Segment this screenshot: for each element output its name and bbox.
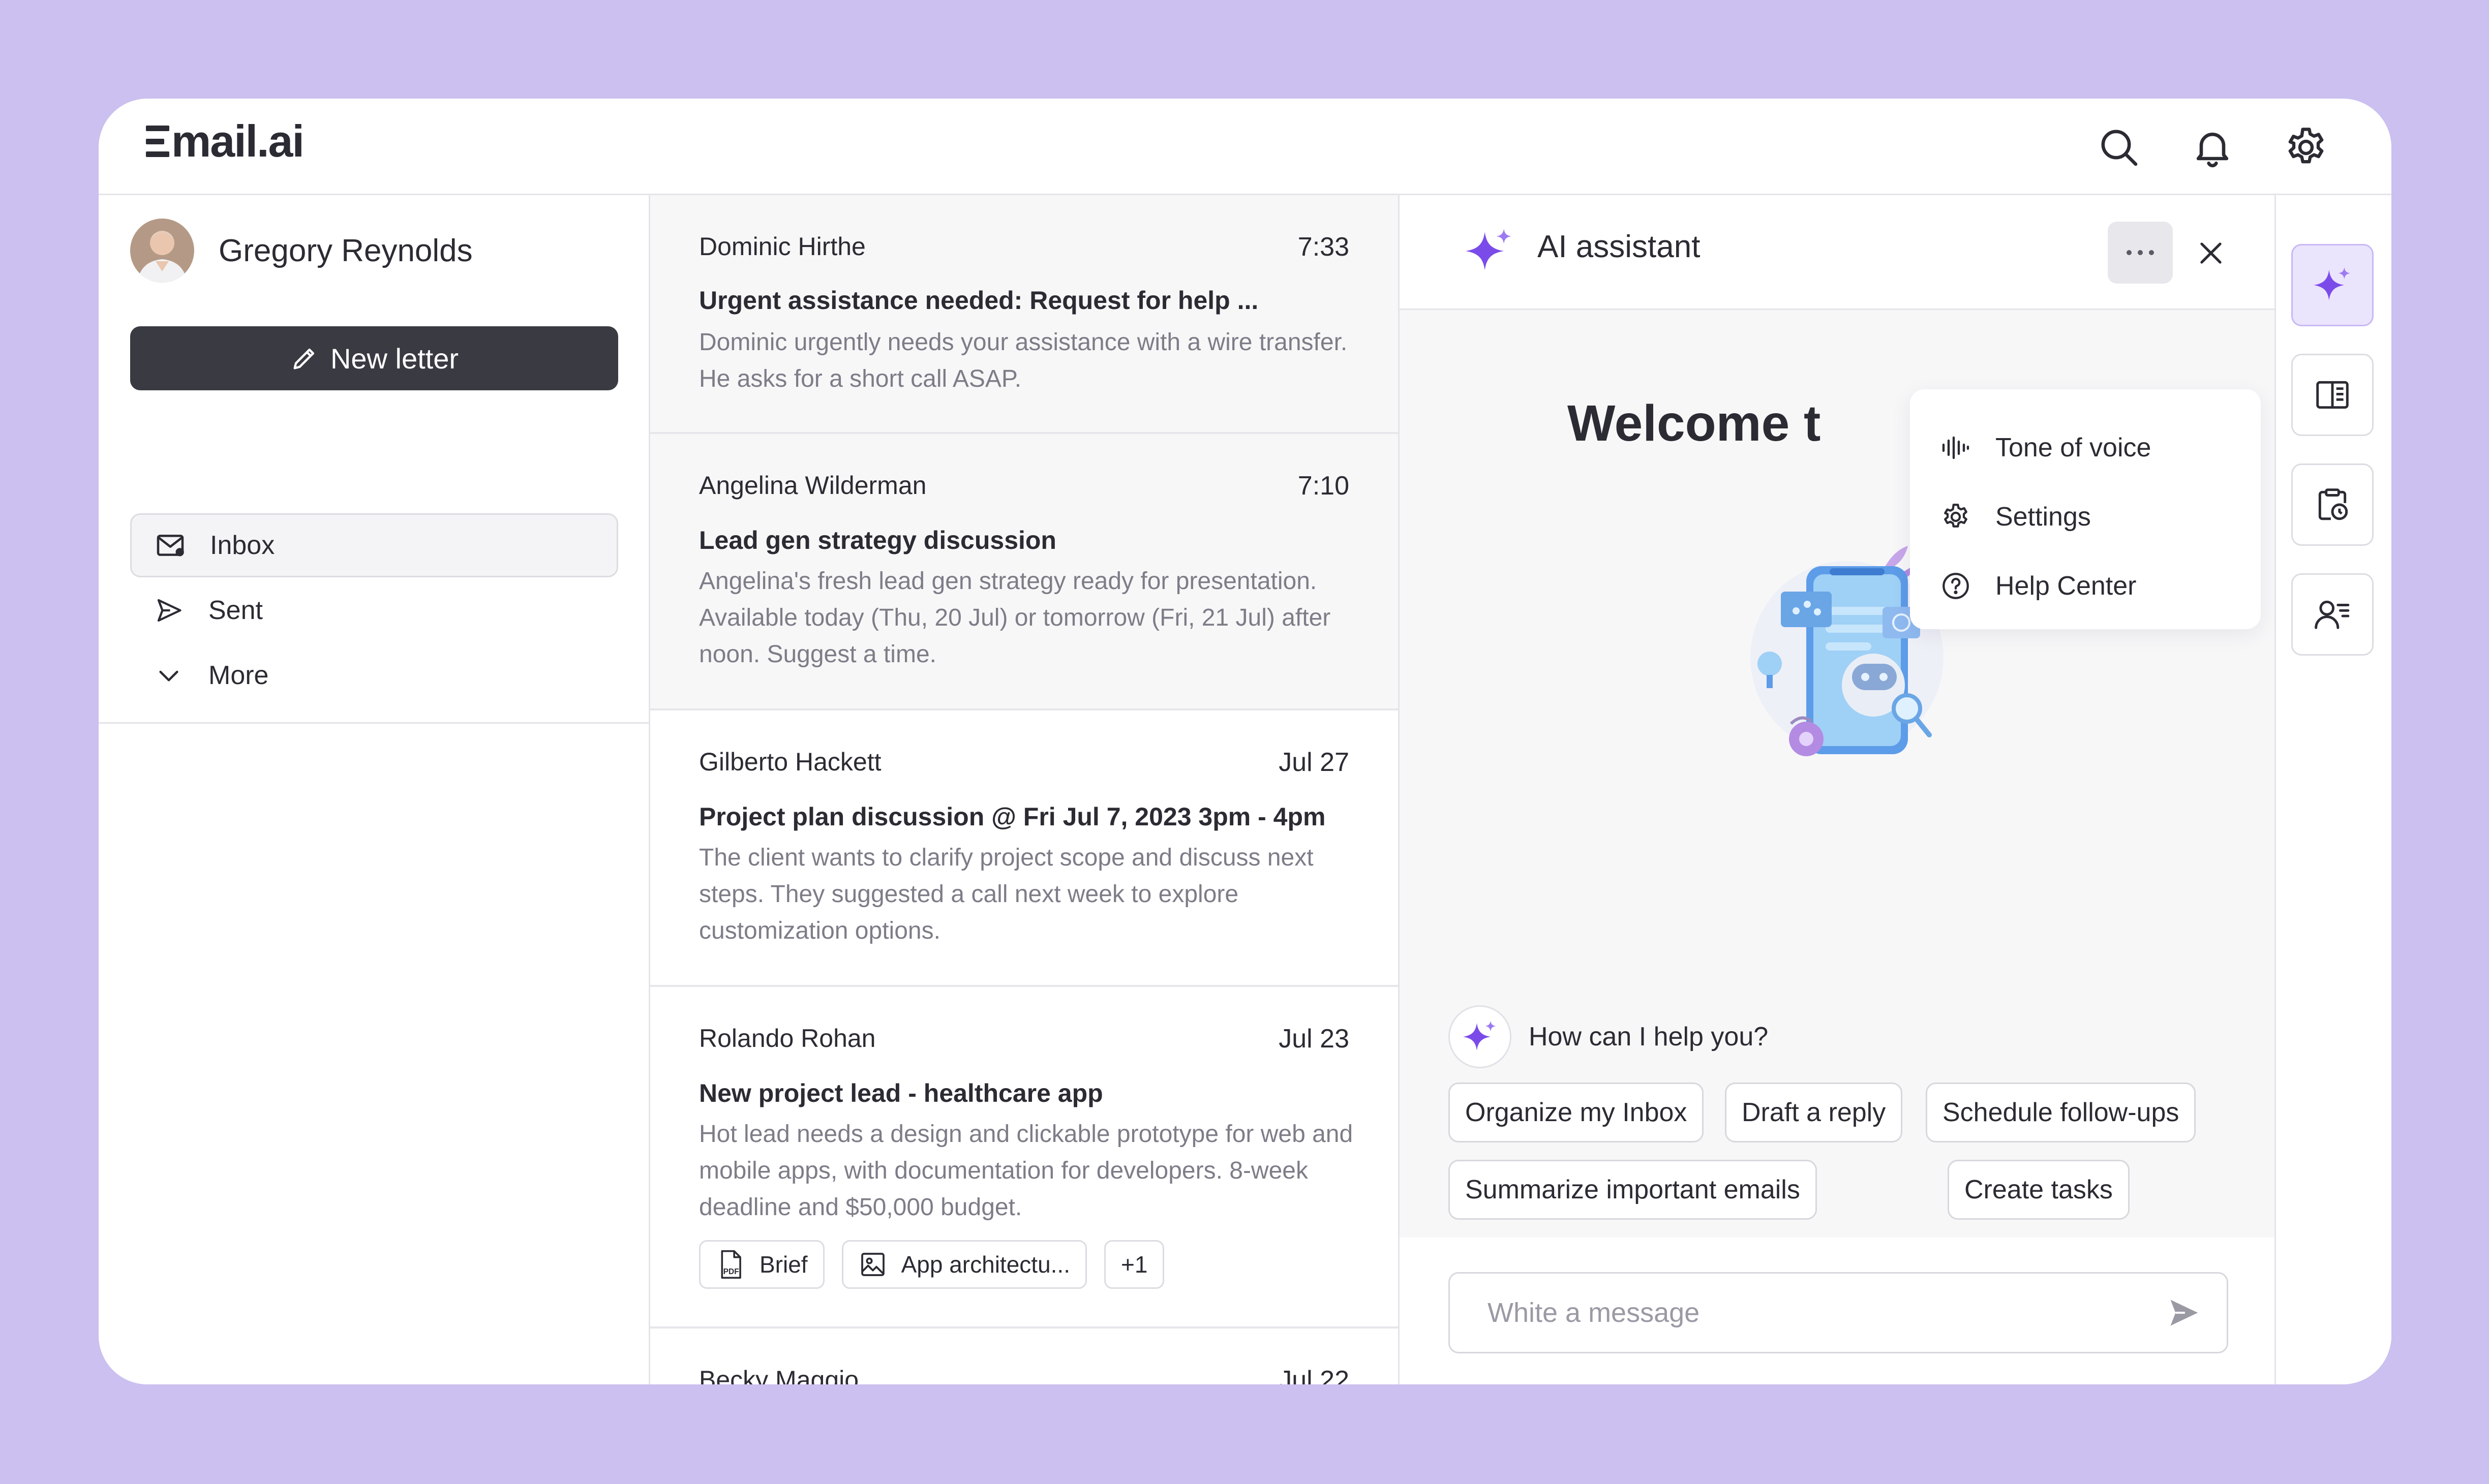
sparkle-icon xyxy=(1448,1005,1511,1068)
email-sender: Rolando Rohan xyxy=(699,1024,876,1053)
ai-panel-title: AI assistant xyxy=(1537,229,1701,264)
email-time: Jul 23 xyxy=(1279,1024,1349,1054)
ai-panel-header: AI assistant xyxy=(1400,195,2274,310)
close-icon[interactable] xyxy=(2187,229,2235,277)
sparkle-icon xyxy=(1464,226,1514,276)
attachments: PDF Brief App architectu... +1 xyxy=(699,1240,1165,1289)
message-composer xyxy=(1400,1238,2274,1384)
pencil-icon xyxy=(293,348,315,369)
avatar xyxy=(130,219,194,283)
right-rail xyxy=(2276,195,2391,1384)
email-preview: Angelina's fresh lead gen strategy ready… xyxy=(699,568,1331,668)
message-input[interactable] xyxy=(1448,1272,2228,1353)
menu-item-settings[interactable]: Settings xyxy=(1939,489,2091,545)
suggestion-chip[interactable]: Create tasks xyxy=(1948,1160,2130,1220)
divider xyxy=(99,722,649,724)
menu-item-label: Tone of voice xyxy=(1995,433,2151,462)
list-item[interactable]: Gilberto Hackett Jul 27 Project plan dis… xyxy=(650,710,1398,987)
sparkle-icon xyxy=(2314,267,2350,300)
pdf-icon: PDF xyxy=(721,1250,741,1279)
attachment-chip[interactable]: App architectu... xyxy=(841,1240,1087,1289)
list-item[interactable]: Dominic Hirthe 7:33 Urgent assistance ne… xyxy=(650,195,1398,434)
sidebar: Gregory Reynolds New letter Inbox Sent M… xyxy=(99,195,650,1384)
email-time: Jul 22 xyxy=(1279,1366,1349,1384)
logo-mark xyxy=(146,126,169,157)
attachment-chip[interactable]: PDF Brief xyxy=(699,1240,825,1289)
app-window: mail.ai Gregory Reynolds New letter Inbo… xyxy=(99,99,2391,1384)
email-sender: Angelina Wilderman xyxy=(699,471,927,500)
help-icon xyxy=(1939,570,1972,602)
user-profile[interactable]: Gregory Reynolds xyxy=(130,219,473,283)
more-dots-icon xyxy=(2127,250,2154,255)
gear-icon[interactable] xyxy=(2282,123,2330,172)
sidebar-item-label: Inbox xyxy=(210,531,275,560)
ai-assistant-panel: AI assistant Welcome t How can I help yo… xyxy=(1400,195,2276,1384)
options-menu: Tone of voice Settings Help Center xyxy=(1910,389,2261,629)
menu-item-label: Help Center xyxy=(1995,571,2137,601)
ai-assistant-toggle[interactable] xyxy=(2291,244,2374,326)
help-prompt-row: How can I help you? xyxy=(1448,1005,1768,1068)
menu-item-tone-of-voice[interactable]: Tone of voice xyxy=(1939,420,2151,476)
sidebar-item-label: More xyxy=(208,661,269,690)
top-bar: mail.ai xyxy=(99,99,2391,195)
email-time: 7:33 xyxy=(1297,232,1349,262)
attachment-label: +1 xyxy=(1121,1251,1148,1278)
sidebar-item-label: Sent xyxy=(208,596,263,625)
attachment-label: Brief xyxy=(760,1251,808,1278)
sidebar-item-sent[interactable]: Sent xyxy=(130,578,618,642)
contacts-icon xyxy=(2315,600,2350,629)
email-preview: The client wants to clarify project scop… xyxy=(699,844,1314,944)
welcome-heading: Welcome t xyxy=(1567,395,1821,452)
suggestion-chip[interactable]: Organize my Inbox xyxy=(1448,1083,1704,1142)
gear-icon xyxy=(1939,501,1972,533)
inbox-icon xyxy=(154,529,187,562)
list-item[interactable]: Angelina Wilderman 7:10 Lead gen strateg… xyxy=(650,434,1398,710)
image-icon xyxy=(861,1253,885,1276)
contacts-button[interactable] xyxy=(2291,573,2374,656)
email-time: Jul 27 xyxy=(1279,748,1349,777)
email-subject: Urgent assistance needed: Request for he… xyxy=(699,286,1259,315)
list-item[interactable]: Rolando Rohan Jul 23 New project lead - … xyxy=(650,987,1398,1328)
new-letter-label: New letter xyxy=(330,342,459,375)
sidebar-item-inbox[interactable]: Inbox xyxy=(130,513,618,577)
menu-item-label: Settings xyxy=(1995,502,2091,532)
waveform-icon xyxy=(1939,431,1972,464)
attachment-label: App architectu... xyxy=(901,1251,1070,1278)
email-list: Dominic Hirthe 7:33 Urgent assistance ne… xyxy=(650,195,1400,1384)
new-letter-button[interactable]: New letter xyxy=(130,326,618,390)
help-prompt-text: How can I help you? xyxy=(1529,1022,1769,1052)
search-icon[interactable] xyxy=(2095,123,2143,172)
email-sender: Dominic Hirthe xyxy=(699,232,866,261)
email-subject: Lead gen strategy discussion xyxy=(699,526,1056,554)
bell-icon[interactable] xyxy=(2188,123,2237,172)
user-name: Gregory Reynolds xyxy=(219,233,473,268)
chevron-down-icon xyxy=(153,659,185,692)
list-item[interactable]: Becky Maggio Jul 22 xyxy=(650,1328,1398,1384)
suggestion-chip[interactable]: Draft a reply xyxy=(1725,1083,1903,1142)
more-options-button[interactable] xyxy=(2108,222,2173,284)
logo-text: mail.ai xyxy=(171,116,305,166)
reader-panel-icon xyxy=(2316,381,2349,409)
menu-item-help-center[interactable]: Help Center xyxy=(1939,558,2136,614)
email-subject: Project plan discussion @ Fri Jul 7, 202… xyxy=(699,802,1326,831)
email-preview: Hot lead needs a design and clickable pr… xyxy=(699,1121,1353,1221)
svg-text:PDF: PDF xyxy=(723,1267,739,1276)
email-time: 7:10 xyxy=(1297,471,1349,501)
reader-panel-button[interactable] xyxy=(2291,354,2374,436)
suggestion-chip[interactable]: Schedule follow-ups xyxy=(1926,1083,2196,1142)
sidebar-item-more[interactable]: More xyxy=(130,643,618,707)
send-icon[interactable] xyxy=(2163,1292,2204,1333)
send-icon xyxy=(153,594,185,627)
suggestion-chip[interactable]: Summarize important emails xyxy=(1448,1160,1817,1220)
email-subject: New project lead - healthcare app xyxy=(699,1079,1103,1107)
email-sender: Gilberto Hackett xyxy=(699,748,882,776)
email-sender: Becky Maggio xyxy=(699,1366,859,1384)
tasks-button[interactable] xyxy=(2291,463,2374,546)
email-preview: Dominic urgently needs your assistance w… xyxy=(699,329,1348,392)
clipboard-clock-icon xyxy=(2318,488,2348,520)
more-attachments-chip[interactable]: +1 xyxy=(1104,1240,1165,1289)
app-logo[interactable]: mail.ai xyxy=(146,116,305,166)
